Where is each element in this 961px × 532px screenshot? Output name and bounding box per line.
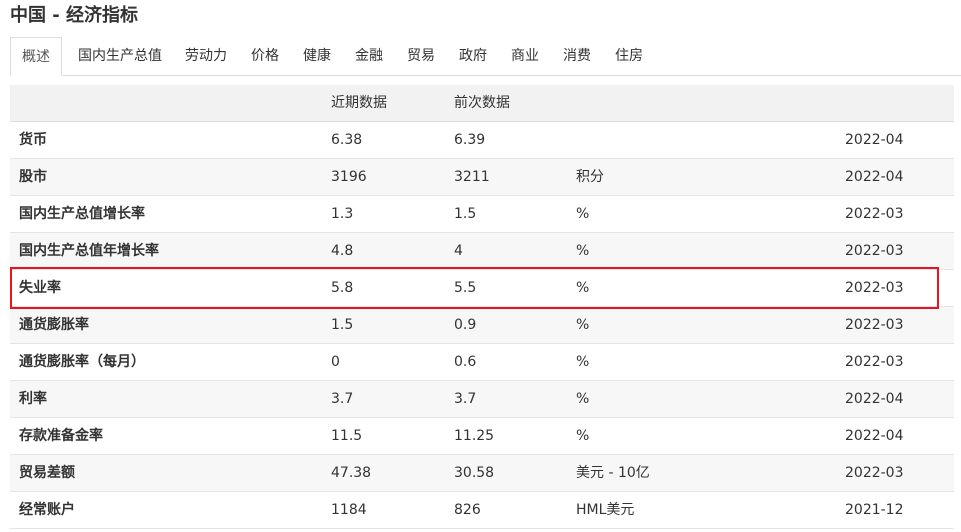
table-row: 利率 3.7 3.7 % 2022-04 bbox=[10, 381, 954, 418]
indicator-link[interactable]: 通货膨胀率 bbox=[19, 307, 89, 343]
table-row: 货币 6.38 6.39 2022-04 bbox=[10, 122, 954, 159]
tab-prices[interactable]: 价格 bbox=[251, 37, 279, 75]
tab-overview[interactable]: 概述 bbox=[10, 37, 62, 76]
last-value: 4.8 bbox=[331, 243, 354, 259]
previous-value: 5.5 bbox=[454, 280, 477, 296]
last-value: 5.8 bbox=[331, 280, 354, 296]
tab-bar: 概述 国内生产总值 劳动力 价格 健康 金融 贸易 政府 商业 消费 住房 bbox=[10, 37, 961, 76]
previous-value: 0.9 bbox=[454, 317, 477, 333]
tab-government[interactable]: 政府 bbox=[459, 37, 487, 75]
last-value: 11.5 bbox=[331, 428, 363, 444]
unit: % bbox=[576, 354, 590, 370]
reference-date: 2022-04 bbox=[845, 428, 904, 444]
reference-date: 2022-03 bbox=[845, 354, 904, 370]
unit: 积分 bbox=[576, 169, 604, 185]
table-row: 贸易差额 47.38 30.58 美元 - 10亿 2022-03 bbox=[10, 455, 954, 492]
previous-value: 0.6 bbox=[454, 354, 477, 370]
unit: % bbox=[576, 428, 590, 444]
reference-date: 2022-03 bbox=[845, 465, 904, 481]
page-title: 中国 - 经济指标 bbox=[10, 5, 139, 26]
last-value: 47.38 bbox=[331, 465, 372, 481]
reference-date: 2022-04 bbox=[845, 132, 904, 148]
last-value: 3196 bbox=[331, 169, 367, 185]
table-row: 通货膨胀率（每月） 0 0.6 % 2022-03 bbox=[10, 344, 954, 381]
unit: % bbox=[576, 317, 590, 333]
indicator-link[interactable]: 通货膨胀率（每月） bbox=[19, 344, 145, 380]
previous-value: 3.7 bbox=[454, 391, 477, 407]
tab-gdp[interactable]: 国内生产总值 bbox=[78, 37, 162, 75]
reference-date: 2022-04 bbox=[845, 169, 904, 185]
reference-date: 2022-03 bbox=[845, 280, 904, 296]
table-row: 国内生产总值年增长率 4.8 4 % 2022-03 bbox=[10, 233, 954, 270]
table-header-row: 近期数据 前次数据 bbox=[10, 85, 954, 122]
table-row: 通货膨胀率 1.5 0.9 % 2022-03 bbox=[10, 307, 954, 344]
last-value: 6.38 bbox=[331, 132, 363, 148]
tab-labour[interactable]: 劳动力 bbox=[185, 37, 227, 75]
previous-value: 1.5 bbox=[454, 206, 477, 222]
table-row: 经常账户 1184 826 HML美元 2021-12 bbox=[10, 492, 954, 529]
unit: HML美元 bbox=[576, 502, 635, 518]
tab-business[interactable]: 商业 bbox=[511, 37, 539, 75]
unit: 美元 - 10亿 bbox=[576, 465, 650, 481]
last-value: 1.5 bbox=[331, 317, 354, 333]
unit: % bbox=[576, 206, 590, 222]
unit: % bbox=[576, 243, 590, 259]
indicators-table: 近期数据 前次数据 货币 6.38 6.39 2022-04 股市 3196 3… bbox=[10, 85, 954, 529]
reference-date: 2022-04 bbox=[845, 391, 904, 407]
tab-money[interactable]: 金融 bbox=[355, 37, 383, 75]
table-row: 存款准备金率 11.5 11.25 % 2022-04 bbox=[10, 418, 954, 455]
reference-date: 2022-03 bbox=[845, 243, 904, 259]
tab-health[interactable]: 健康 bbox=[303, 37, 331, 75]
header-previous: 前次数据 bbox=[454, 95, 510, 111]
previous-value: 3211 bbox=[454, 169, 490, 185]
previous-value: 6.39 bbox=[454, 132, 486, 148]
indicator-link[interactable]: 经常账户 bbox=[19, 492, 75, 528]
indicator-link[interactable]: 贸易差额 bbox=[19, 455, 75, 491]
previous-value: 4 bbox=[454, 243, 463, 259]
previous-value: 11.25 bbox=[454, 428, 495, 444]
last-value: 1.3 bbox=[331, 206, 354, 222]
indicator-link[interactable]: 国内生产总值年增长率 bbox=[19, 233, 159, 269]
previous-value: 826 bbox=[454, 502, 481, 518]
unit: % bbox=[576, 391, 590, 407]
indicator-link[interactable]: 存款准备金率 bbox=[19, 418, 103, 454]
last-value: 0 bbox=[331, 354, 340, 370]
tab-trade[interactable]: 贸易 bbox=[407, 37, 435, 75]
header-last: 近期数据 bbox=[331, 95, 387, 111]
indicator-link[interactable]: 货币 bbox=[19, 122, 47, 158]
table-row: 股市 3196 3211 积分 2022-04 bbox=[10, 159, 954, 196]
table-row-highlighted: 失业率 5.8 5.5 % 2022-03 bbox=[10, 270, 954, 307]
reference-date: 2021-12 bbox=[845, 502, 904, 518]
tab-housing[interactable]: 住房 bbox=[615, 37, 643, 75]
last-value: 3.7 bbox=[331, 391, 354, 407]
reference-date: 2022-03 bbox=[845, 206, 904, 222]
last-value: 1184 bbox=[331, 502, 367, 518]
tab-consumer[interactable]: 消费 bbox=[563, 37, 591, 75]
table-row: 国内生产总值增长率 1.3 1.5 % 2022-03 bbox=[10, 196, 954, 233]
previous-value: 30.58 bbox=[454, 465, 495, 481]
indicator-link[interactable]: 失业率 bbox=[19, 270, 61, 306]
indicator-link[interactable]: 股市 bbox=[19, 159, 47, 195]
indicator-link[interactable]: 利率 bbox=[19, 381, 47, 417]
indicator-link[interactable]: 国内生产总值增长率 bbox=[19, 196, 145, 232]
unit: % bbox=[576, 280, 590, 296]
reference-date: 2022-03 bbox=[845, 317, 904, 333]
